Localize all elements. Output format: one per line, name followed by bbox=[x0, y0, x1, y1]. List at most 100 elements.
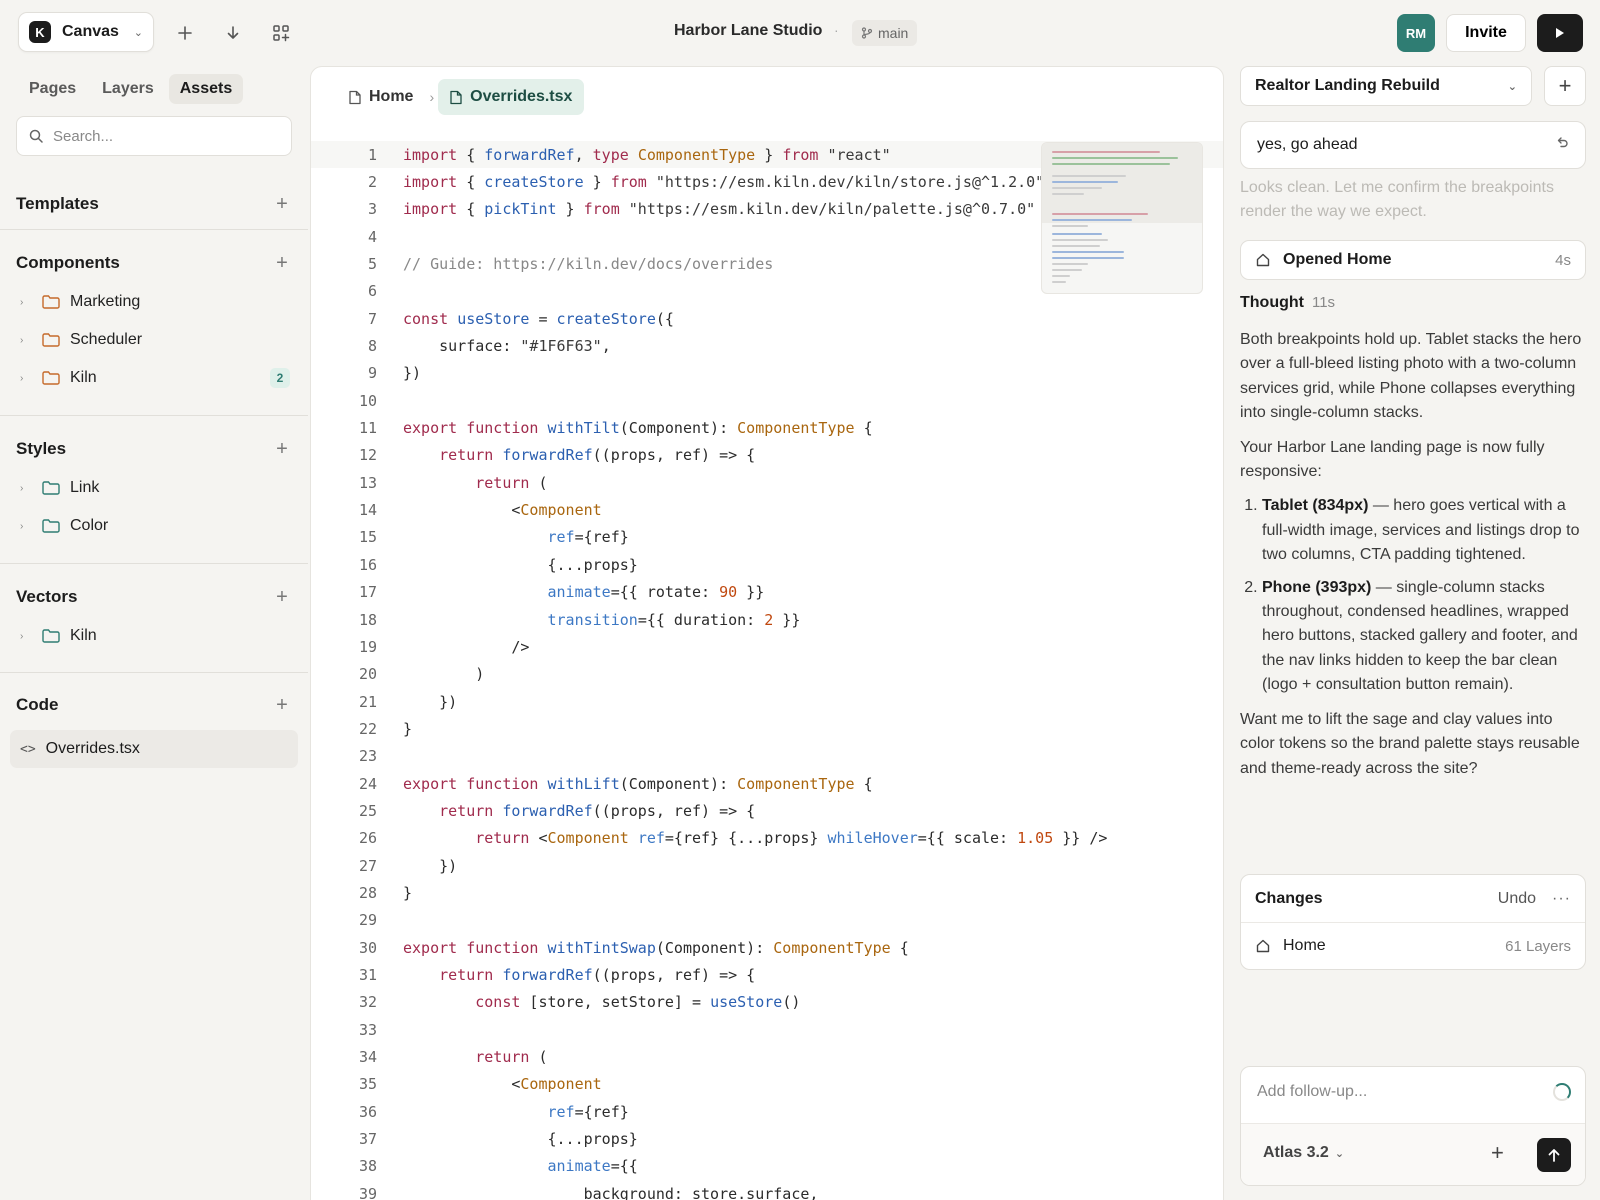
code-line[interactable]: 32 const [store, setStore] = useStore() bbox=[311, 989, 1223, 1016]
code-line[interactable]: 22} bbox=[311, 715, 1223, 742]
tree-item-kiln[interactable]: › Kiln 2 bbox=[0, 359, 308, 397]
tab-layers[interactable]: Layers bbox=[91, 74, 165, 104]
code-line[interactable]: 11 export function withTilt(Component): C… bbox=[311, 414, 1223, 441]
code-line-text: import { forwardRef, type ComponentType … bbox=[403, 145, 891, 164]
model-label: Atlas 3.2 bbox=[1263, 1144, 1329, 1161]
code-line[interactable]: 19 /> bbox=[311, 633, 1223, 660]
tree-item-link[interactable]: › Link bbox=[0, 469, 308, 507]
add-icon[interactable] bbox=[172, 20, 198, 46]
code-line[interactable]: 37 {...props} bbox=[311, 1125, 1223, 1152]
minimap-viewport[interactable] bbox=[1042, 143, 1202, 223]
attach-button[interactable]: + bbox=[1491, 1140, 1504, 1166]
add-template-icon[interactable]: + bbox=[272, 193, 292, 216]
revert-icon[interactable] bbox=[1555, 136, 1569, 155]
search-input[interactable] bbox=[53, 127, 273, 145]
add-vector-icon[interactable]: + bbox=[272, 586, 292, 609]
code-line[interactable]: 23 bbox=[311, 743, 1223, 770]
insert-component-icon[interactable] bbox=[268, 20, 294, 46]
code-line[interactable]: 27 }) bbox=[311, 852, 1223, 879]
app-switcher[interactable]: K Canvas ⌄ bbox=[18, 12, 154, 52]
download-icon[interactable] bbox=[220, 20, 246, 46]
code-line[interactable]: 31 return forwardRef((props, ref) => { bbox=[311, 961, 1223, 988]
tab-pages[interactable]: Pages bbox=[18, 74, 87, 104]
minimap-line bbox=[1052, 245, 1100, 247]
code-line[interactable]: 33 bbox=[311, 1016, 1223, 1043]
minimap[interactable] bbox=[1041, 142, 1203, 294]
code-line[interactable]: 35 <Component bbox=[311, 1071, 1223, 1098]
arrow-up-icon bbox=[1548, 1149, 1560, 1162]
templates-section: Templates + bbox=[0, 184, 308, 224]
code-file-label: Overrides.tsx bbox=[45, 740, 140, 757]
change-row[interactable]: Home 61 Layers bbox=[1241, 923, 1585, 969]
search-icon bbox=[29, 129, 43, 143]
assistant-panel: Realtor Landing Rebuild ⌄ + yes, go ahea… bbox=[1240, 66, 1600, 1200]
code-line[interactable]: 26 return <Component ref={ref} {...props… bbox=[311, 825, 1223, 852]
code-line[interactable]: 8 surface: "#1F6F63", bbox=[311, 332, 1223, 359]
code-line[interactable]: 34 return ( bbox=[311, 1043, 1223, 1070]
code-line[interactable]: 10 bbox=[311, 387, 1223, 414]
tree-item-kiln-vector[interactable]: › Kiln bbox=[0, 617, 308, 655]
tree-item-scheduler[interactable]: › Scheduler bbox=[0, 321, 308, 359]
code-line-text: export function withTintSwap(Component):… bbox=[403, 938, 909, 957]
folder-icon bbox=[42, 519, 60, 533]
code-line-text: ref={ref} bbox=[547, 528, 629, 547]
code-line[interactable]: 18 transition={{ duration: 2 }} bbox=[311, 606, 1223, 633]
code-line[interactable]: 16 {...props} bbox=[311, 551, 1223, 578]
code-line[interactable]: 15 ref={ref} bbox=[311, 524, 1223, 551]
tree-item-marketing[interactable]: › Marketing bbox=[0, 283, 308, 321]
thought-header[interactable]: Thought 11s bbox=[1240, 294, 1335, 312]
line-number: 35 bbox=[358, 1075, 377, 1094]
tree-item-label: Kiln bbox=[70, 627, 97, 644]
code-line[interactable]: 20 ) bbox=[311, 661, 1223, 688]
more-icon[interactable]: ··· bbox=[1552, 890, 1571, 908]
chevron-right-icon: › bbox=[20, 630, 24, 642]
preview-button[interactable] bbox=[1537, 14, 1583, 52]
code-line[interactable]: 29 bbox=[311, 907, 1223, 934]
code-file-item[interactable]: <> Overrides.tsx bbox=[10, 730, 298, 768]
code-line[interactable]: 38 animate={{ bbox=[311, 1153, 1223, 1180]
components-section: Components + › Marketing › Scheduler › K… bbox=[0, 243, 308, 397]
minimap-line bbox=[1052, 281, 1066, 283]
change-row-label: Home bbox=[1283, 937, 1326, 954]
code-line[interactable]: 28} bbox=[311, 879, 1223, 906]
project-select[interactable]: Realtor Landing Rebuild ⌄ bbox=[1240, 66, 1532, 106]
breadcrumb-home[interactable]: Home bbox=[337, 79, 425, 115]
follow-up-input[interactable] bbox=[1257, 1079, 1537, 1105]
add-component-icon[interactable]: + bbox=[272, 252, 292, 275]
assistant-response: Both breakpoints hold up. Tablet stacks … bbox=[1240, 328, 1586, 791]
add-code-file-icon[interactable]: + bbox=[272, 694, 292, 717]
tree-item-color[interactable]: › Color bbox=[0, 507, 308, 545]
code-line[interactable]: 7 const useStore = createStore({ bbox=[311, 305, 1223, 332]
code-area[interactable]: 1 import { forwardRef, type ComponentType… bbox=[311, 141, 1223, 1200]
add-style-icon[interactable]: + bbox=[272, 438, 292, 461]
folder-icon bbox=[42, 629, 60, 643]
avatar[interactable]: RM bbox=[1397, 14, 1435, 52]
line-number: 1 bbox=[367, 145, 377, 164]
invite-button[interactable]: Invite bbox=[1446, 14, 1526, 52]
code-line[interactable]: 24 export function withLift(Component): C… bbox=[311, 770, 1223, 797]
chevron-down-icon: ⌄ bbox=[133, 26, 143, 39]
model-select[interactable]: Atlas 3.2 ⌄ bbox=[1263, 1144, 1344, 1162]
code-line[interactable]: 17 animate={{ rotate: 90 }} bbox=[311, 579, 1223, 606]
code-icon: <> bbox=[20, 741, 36, 757]
tool-call-card[interactable]: Opened Home 4s bbox=[1240, 240, 1586, 280]
new-chat-button[interactable]: + bbox=[1544, 66, 1586, 106]
code-line[interactable]: 9}) bbox=[311, 360, 1223, 387]
code-line[interactable]: 30 export function withTintSwap(Component… bbox=[311, 934, 1223, 961]
code-line[interactable]: 21 }) bbox=[311, 688, 1223, 715]
breadcrumb-file[interactable]: Overrides.tsx bbox=[438, 79, 585, 115]
code-line[interactable]: 12 return forwardRef((props, ref) => { bbox=[311, 442, 1223, 469]
code-line[interactable]: 13 return ( bbox=[311, 469, 1223, 496]
tab-assets[interactable]: Assets bbox=[168, 74, 244, 104]
response-paragraph: Both breakpoints hold up. Tablet stacks … bbox=[1240, 331, 1582, 422]
code-line[interactable]: 25 return forwardRef((props, ref) => { bbox=[311, 797, 1223, 824]
undo-button[interactable]: Undo bbox=[1498, 890, 1536, 908]
branch-icon bbox=[861, 27, 873, 39]
code-line[interactable]: 36 ref={ref} bbox=[311, 1098, 1223, 1125]
chevron-down-icon: ⌄ bbox=[1507, 80, 1517, 93]
minimap-line bbox=[1052, 263, 1088, 265]
code-line[interactable]: 14 <Component bbox=[311, 496, 1223, 523]
code-line[interactable]: 39 background: store.surface, bbox=[311, 1180, 1223, 1200]
send-button[interactable] bbox=[1537, 1138, 1571, 1172]
branch-badge[interactable]: main bbox=[852, 20, 918, 46]
